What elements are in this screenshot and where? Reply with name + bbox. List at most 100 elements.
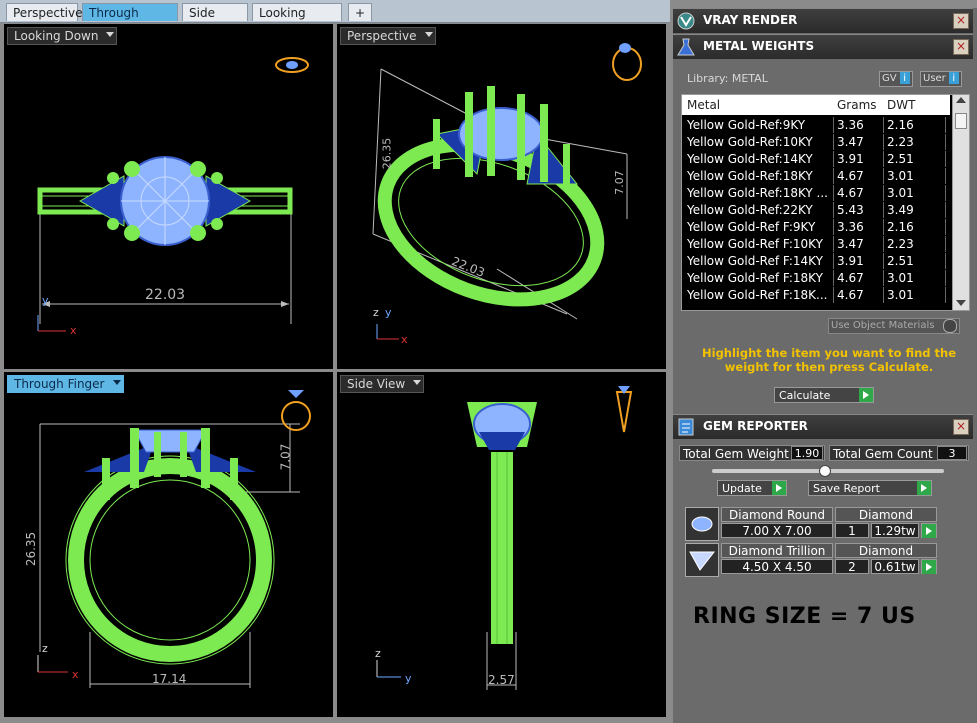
cell-metal-name: Yellow Gold-Ref:9KY [684,117,834,133]
dimension-width: 2.57 [488,673,515,687]
scroll-up-icon[interactable] [956,97,966,103]
gem-size: 4.50 X 4.50 [721,559,833,574]
cell-metal-name: Yellow Gold-Ref:18KY [684,168,834,184]
update-button[interactable]: Update [717,480,787,496]
dimension-height: 26.35 [380,137,394,170]
diamond-trillion-icon [685,543,719,577]
play-icon [917,481,931,495]
save-report-label: Save Report [813,482,880,495]
use-object-materials-toggle[interactable] [943,319,957,333]
cell-metal-name: Yellow Gold-Ref F:10KY [684,236,834,252]
cell-dwt: 2.23 [884,236,946,252]
scroll-down-icon[interactable] [956,300,966,306]
gem-size: 7.00 X 7.00 [721,523,833,538]
metal-table-scrollbar[interactable] [952,95,969,310]
table-row[interactable]: Yellow Gold-Ref:9KY 3.36 2.16 [684,117,948,133]
add-tab-button[interactable]: + [348,3,372,21]
close-icon[interactable]: × [953,419,969,435]
play-icon [859,388,873,402]
table-row[interactable]: Yellow Gold-Ref:10KY 3.47 2.23 [684,134,948,150]
viewport-side-view[interactable]: Side View 2.57 z y [337,372,666,717]
cell-dwt: 2.51 [884,151,946,167]
column-header-grams[interactable]: Grams [837,98,877,112]
total-gem-weight-value: 1.90 [791,446,823,460]
calculate-button[interactable]: Calculate [774,387,874,403]
tab-through-finger[interactable]: Through Finger [82,3,178,38]
gem-detail-button[interactable] [921,523,937,538]
dimension-top: 7.07 [278,443,293,471]
table-row[interactable]: Yellow Gold-Ref F:14KY 3.91 2.51 [684,253,948,269]
metal-weights-header[interactable]: METAL WEIGHTS × [673,34,973,59]
viewport-label-through-finger[interactable]: Through Finger [7,375,124,393]
gem-weight: 1.29tw [871,523,919,538]
cell-grams: 3.47 [834,236,884,252]
cell-metal-name: Yellow Gold-Ref:14KY [684,151,834,167]
table-row[interactable]: Yellow Gold-Ref F:10KY 3.47 2.23 [684,236,948,252]
tab-side-view[interactable]: Side View [182,3,248,38]
viewport-label-looking-down[interactable]: Looking Down [7,27,118,45]
scrollbar-thumb[interactable] [955,113,967,129]
cell-metal-name: Yellow Gold-Ref F:18KY [684,270,834,286]
table-row[interactable]: Yellow Gold-Ref:14KY 3.91 2.51 [684,151,948,167]
column-header-dwt[interactable]: DWT [887,98,915,112]
ring-size-annotation: RING SIZE = 7 US [693,604,916,629]
cell-grams: 5.43 [834,202,884,218]
vray-render-header[interactable]: VRAY RENDER × [673,8,973,33]
cell-dwt: 3.49 [884,202,946,218]
viewport-looking-down[interactable]: Looking Down 22.03 y x [4,24,333,369]
cell-dwt: 3.01 [884,287,946,303]
gem-detail-button[interactable] [921,559,937,574]
total-gem-weight-label: Total Gem Weight [683,447,789,461]
axis-y-label: y [405,672,412,685]
cell-grams: 3.36 [834,219,884,235]
close-icon[interactable]: × [953,13,969,29]
axis-y-label: y [42,294,49,307]
through-finger-render [37,390,311,688]
table-row[interactable]: Yellow Gold-Ref:18KY ... 4.67 3.01 [684,185,948,201]
play-icon [922,524,936,538]
play-icon [922,560,936,574]
cell-dwt: 3.01 [884,270,946,286]
library-label: Library: METAL [687,72,768,85]
cell-grams: 4.67 [834,168,884,184]
side-panel: VRAY RENDER × METAL WEIGHTS × Library: M… [673,8,977,723]
cell-grams: 4.67 [834,287,884,303]
use-object-materials-checkbox[interactable]: Use Object Materials [828,318,960,334]
gem-reporter-header[interactable]: GEM REPORTER × [673,414,973,439]
viewport-through-finger[interactable]: Through Finger 26.35 7.07 17.14 z x [4,372,333,717]
view-tab-bar: Perspective Through Finger Side View Loo… [0,0,670,38]
tab-perspective[interactable]: Perspective [6,3,83,21]
info-icon: i [899,72,910,84]
column-header-metal[interactable]: Metal [687,98,720,112]
dimension-width: 17.14 [152,672,187,686]
total-gem-count-value: 3 [937,446,967,460]
table-row[interactable]: Yellow Gold-Ref:22KY 5.43 3.49 [684,202,948,218]
axis-z-label: z [375,647,381,660]
metal-weights-title: METAL WEIGHTS [703,39,815,53]
cell-grams: 4.67 [834,270,884,286]
user-label: User [923,73,946,84]
save-report-button[interactable]: Save Report [808,480,932,496]
viewport-label-text: Looking Down [14,29,99,43]
gem-list: Diamond Round Diamond 7.00 X 7.00 1 1.29… [679,507,969,589]
gem-reporter-title: GEM REPORTER [703,419,808,433]
user-toggle[interactable]: User i [920,71,962,87]
viewport-label-perspective[interactable]: Perspective [340,27,436,45]
viewport-perspective[interactable]: Perspective 26.35 22.03 7.07 z y x [337,24,666,369]
chevron-down-icon [112,380,121,385]
table-row[interactable]: Yellow Gold-Ref F:9KY 3.36 2.16 [684,219,948,235]
calculate-hint: Highlight the item you want to find the … [702,346,956,374]
viewport-label-side-view[interactable]: Side View [340,375,425,393]
axis-z-label: z [373,306,379,319]
gem-shape: Diamond Round [721,507,833,522]
table-row[interactable]: Yellow Gold-Ref:18KY 4.67 3.01 [684,168,948,184]
dimension-height: 26.35 [24,531,39,567]
table-row[interactable]: Yellow Gold-Ref F:18K... 4.67 3.01 [684,287,948,303]
table-row[interactable]: Yellow Gold-Ref F:18KY 4.67 3.01 [684,270,948,286]
cell-dwt: 2.16 [884,117,946,133]
gv-toggle[interactable]: GV i [879,71,913,87]
close-icon[interactable]: × [953,39,969,55]
tab-looking-down[interactable]: Looking Down [252,3,342,38]
slider-thumb[interactable] [819,465,831,477]
total-gem-count-label: Total Gem Count [833,447,933,461]
